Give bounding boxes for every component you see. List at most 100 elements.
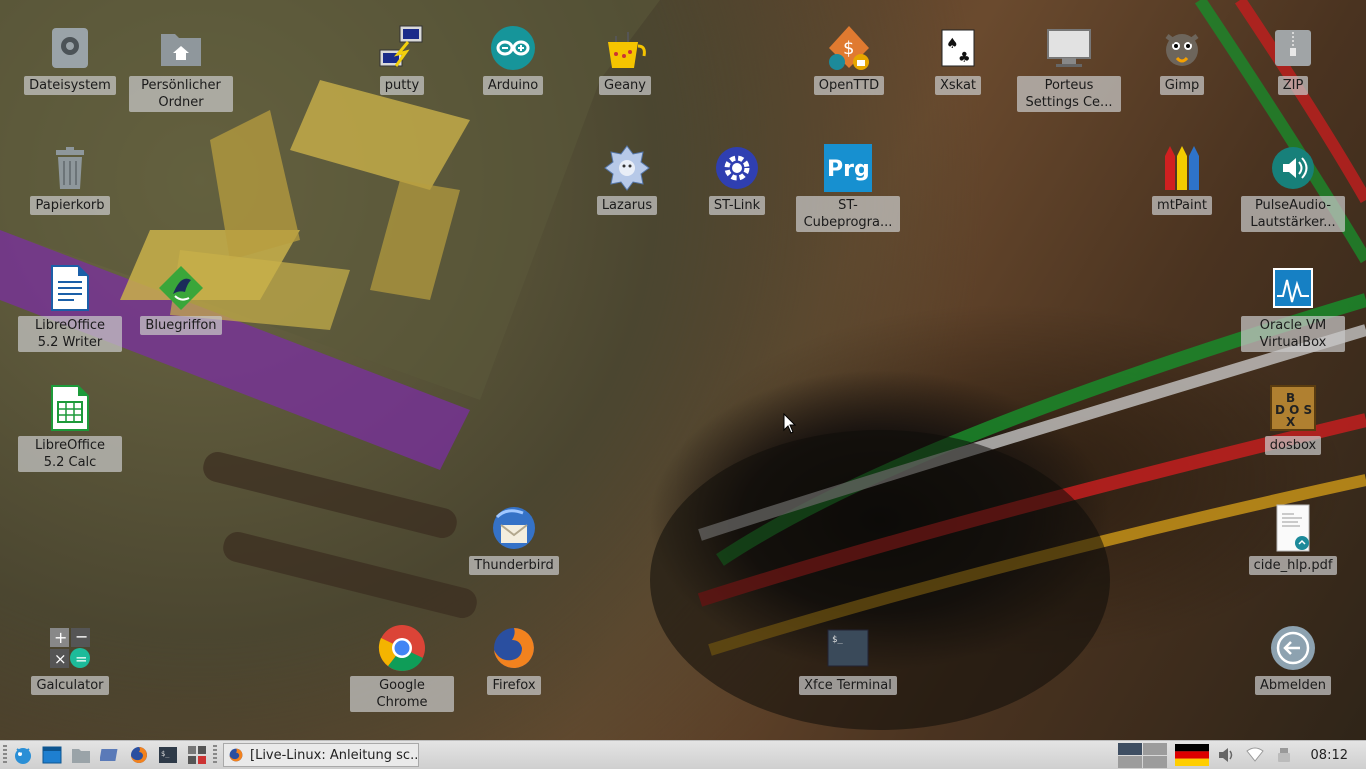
monitor-icon bbox=[1045, 24, 1093, 72]
desktop-icon-dateisystem[interactable]: Dateisystem bbox=[18, 24, 122, 95]
desktop-icon-galculator[interactable]: + − × = Galculator bbox=[18, 624, 122, 695]
prg-badge: Prg bbox=[827, 157, 870, 182]
icon-label: Lazarus bbox=[596, 196, 658, 215]
desktop-icon-google-chrome[interactable]: Google Chrome bbox=[350, 624, 454, 712]
lazarus-icon bbox=[603, 144, 651, 192]
icon-label: ST-Link bbox=[708, 196, 766, 215]
icon-label: LibreOffice 5.2 Writer bbox=[18, 316, 122, 352]
desktop-icon-thunderbird[interactable]: Thunderbird bbox=[462, 504, 566, 575]
desktop-icon-porteus-settings[interactable]: Porteus Settings Ce... bbox=[1017, 24, 1121, 112]
svg-text:$_: $_ bbox=[161, 750, 170, 758]
icon-label: Geany bbox=[599, 76, 651, 95]
icon-label: cide_hlp.pdf bbox=[1248, 556, 1338, 575]
desktop-icon-geany[interactable]: Geany bbox=[573, 24, 677, 95]
desktop-icon-zip[interactable]: ZIP bbox=[1241, 24, 1345, 95]
icon-label: Porteus Settings Ce... bbox=[1017, 76, 1121, 112]
icon-label: Gimp bbox=[1159, 76, 1205, 95]
desktop-icon-openttd[interactable]: $ OpenTTD bbox=[797, 24, 901, 95]
icon-label: Oracle VM VirtualBox bbox=[1241, 316, 1345, 352]
app-menu-icon[interactable] bbox=[10, 742, 36, 768]
icon-label: Galculator bbox=[31, 676, 109, 695]
desktop-icon-abmelden[interactable]: Abmelden bbox=[1241, 624, 1345, 695]
desktop-icon-papierkorb[interactable]: Papierkorb bbox=[18, 144, 122, 215]
file-manager-icon[interactable] bbox=[68, 742, 94, 768]
icon-label: Abmelden bbox=[1255, 676, 1331, 695]
desktop-icon-cide-hlp-pdf[interactable]: cide_hlp.pdf bbox=[1241, 504, 1345, 575]
gear-icon bbox=[713, 144, 761, 192]
desktop-icon-libreoffice-calc[interactable]: LibreOffice 5.2 Calc bbox=[18, 384, 122, 472]
icon-label: ZIP bbox=[1277, 76, 1309, 95]
desktop-icon-dosbox[interactable]: BD O SX dosbox bbox=[1241, 384, 1345, 455]
panel-separator bbox=[213, 745, 217, 765]
browser-window-icon[interactable] bbox=[97, 742, 123, 768]
icon-label: Bluegriffon bbox=[140, 316, 222, 335]
chrome-icon bbox=[378, 624, 426, 672]
bluegriffon-icon bbox=[157, 264, 205, 312]
logout-icon bbox=[1269, 624, 1317, 672]
thunderbird-icon bbox=[490, 504, 538, 552]
pdf-icon bbox=[1269, 504, 1317, 552]
workspace-1[interactable] bbox=[1117, 742, 1142, 755]
workspace-2[interactable] bbox=[1142, 742, 1167, 755]
taskbar: $_ [Live-Linux: Anleitung sc... 08:12 bbox=[0, 740, 1366, 769]
settings-icon[interactable] bbox=[184, 742, 210, 768]
terminal-prompt-badge: $_ bbox=[832, 635, 843, 645]
usb-drive-icon[interactable] bbox=[1271, 742, 1297, 768]
dosbox-icon: BD O SX bbox=[1269, 384, 1317, 432]
home-folder-icon bbox=[157, 24, 205, 72]
icon-label: Arduino bbox=[482, 76, 544, 95]
panel-grip[interactable] bbox=[3, 745, 7, 765]
geany-icon bbox=[601, 24, 649, 72]
firefox-icon[interactable] bbox=[126, 742, 152, 768]
wifi-icon[interactable] bbox=[1242, 742, 1268, 768]
svg-text:$: $ bbox=[843, 38, 854, 59]
icon-label: Firefox bbox=[487, 676, 541, 695]
workspace-4[interactable] bbox=[1142, 755, 1167, 768]
show-desktop-icon[interactable] bbox=[39, 742, 65, 768]
putty-icon bbox=[378, 24, 426, 72]
calc-icon bbox=[46, 384, 94, 432]
svg-text:+: + bbox=[54, 628, 67, 647]
desktop-icon-persoenlicher-ordner[interactable]: Persönlicher Ordner bbox=[129, 24, 233, 112]
svg-text:X: X bbox=[1286, 415, 1296, 429]
desktop-icon-libreoffice-writer[interactable]: LibreOffice 5.2 Writer bbox=[18, 264, 122, 352]
desktop-icon-st-cubeprogrammer[interactable]: Prg ST-Cubeprogra... bbox=[796, 144, 900, 232]
taskbar-window-title: [Live-Linux: Anleitung sc... bbox=[250, 747, 419, 763]
zip-icon bbox=[1269, 24, 1317, 72]
openttd-icon: $ bbox=[825, 24, 873, 72]
desktop-icon-lazarus[interactable]: Lazarus bbox=[575, 144, 679, 215]
desktop-icon-xskat[interactable]: ♠ ♣ Xskat bbox=[906, 24, 1010, 95]
firefox-icon bbox=[229, 748, 243, 762]
workspace-3[interactable] bbox=[1117, 755, 1142, 768]
icon-label: LibreOffice 5.2 Calc bbox=[18, 436, 122, 472]
calculator-icon: + − × = bbox=[46, 624, 94, 672]
desktop-icon-virtualbox[interactable]: Oracle VM VirtualBox bbox=[1241, 264, 1345, 352]
desktop-icon-putty[interactable]: putty bbox=[350, 24, 454, 95]
taskbar-window-button[interactable]: [Live-Linux: Anleitung sc... bbox=[223, 743, 419, 767]
pencils-icon bbox=[1158, 144, 1206, 192]
icon-label: dosbox bbox=[1264, 436, 1322, 455]
desktop-icon-mtpaint[interactable]: mtPaint bbox=[1130, 144, 1234, 215]
terminal-icon[interactable]: $_ bbox=[155, 742, 181, 768]
svg-text:♣: ♣ bbox=[958, 50, 971, 66]
clock[interactable]: 08:12 bbox=[1311, 748, 1348, 763]
gimp-icon bbox=[1158, 24, 1206, 72]
desktop-icon-xfce-terminal[interactable]: $_ Xfce Terminal bbox=[796, 624, 900, 695]
desktop-icon-gimp[interactable]: Gimp bbox=[1130, 24, 1234, 95]
icon-label: Persönlicher Ordner bbox=[129, 76, 233, 112]
workspace-switcher[interactable] bbox=[1117, 742, 1167, 768]
icon-label: Dateisystem bbox=[24, 76, 116, 95]
icon-label: OpenTTD bbox=[813, 76, 885, 95]
svg-text:×: × bbox=[54, 650, 67, 668]
svg-text:♠: ♠ bbox=[946, 36, 959, 52]
trash-icon bbox=[46, 144, 94, 192]
desktop-icon-pulseaudio[interactable]: PulseAudio-Lautstärker... bbox=[1241, 144, 1345, 232]
desktop-icon-firefox[interactable]: Firefox bbox=[462, 624, 566, 695]
prg-icon: Prg bbox=[824, 144, 872, 192]
icon-label: Thunderbird bbox=[469, 556, 559, 575]
de-flag-icon[interactable] bbox=[1174, 742, 1210, 768]
desktop-icon-arduino[interactable]: Arduino bbox=[461, 24, 565, 95]
desktop-icon-st-link[interactable]: ST-Link bbox=[685, 144, 789, 215]
volume-icon[interactable] bbox=[1213, 742, 1239, 768]
desktop-icon-bluegriffon[interactable]: Bluegriffon bbox=[129, 264, 233, 335]
